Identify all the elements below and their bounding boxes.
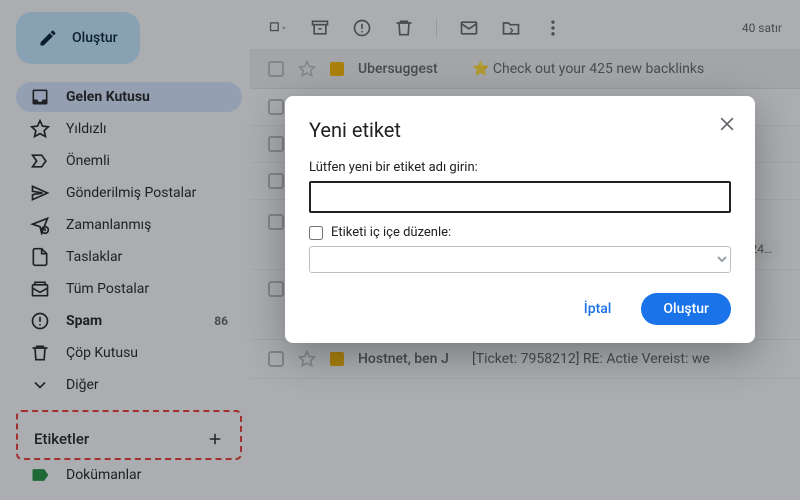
label-name-input[interactable] <box>309 181 731 213</box>
close-icon[interactable] <box>717 114 737 134</box>
label-name-prompt: Lütfen yeni bir etiket adı girin: <box>309 160 731 175</box>
modal-title: Yeni etiket <box>309 118 731 142</box>
nest-checkbox[interactable] <box>309 226 323 240</box>
nest-label: Etiketi iç içe düzenle: <box>331 225 451 240</box>
create-button[interactable]: Oluştur <box>641 293 731 325</box>
new-label-modal: Yeni etiket Lütfen yeni bir etiket adı g… <box>285 96 755 343</box>
parent-label-select[interactable] <box>309 246 731 273</box>
cancel-button[interactable]: İptal <box>562 293 634 325</box>
